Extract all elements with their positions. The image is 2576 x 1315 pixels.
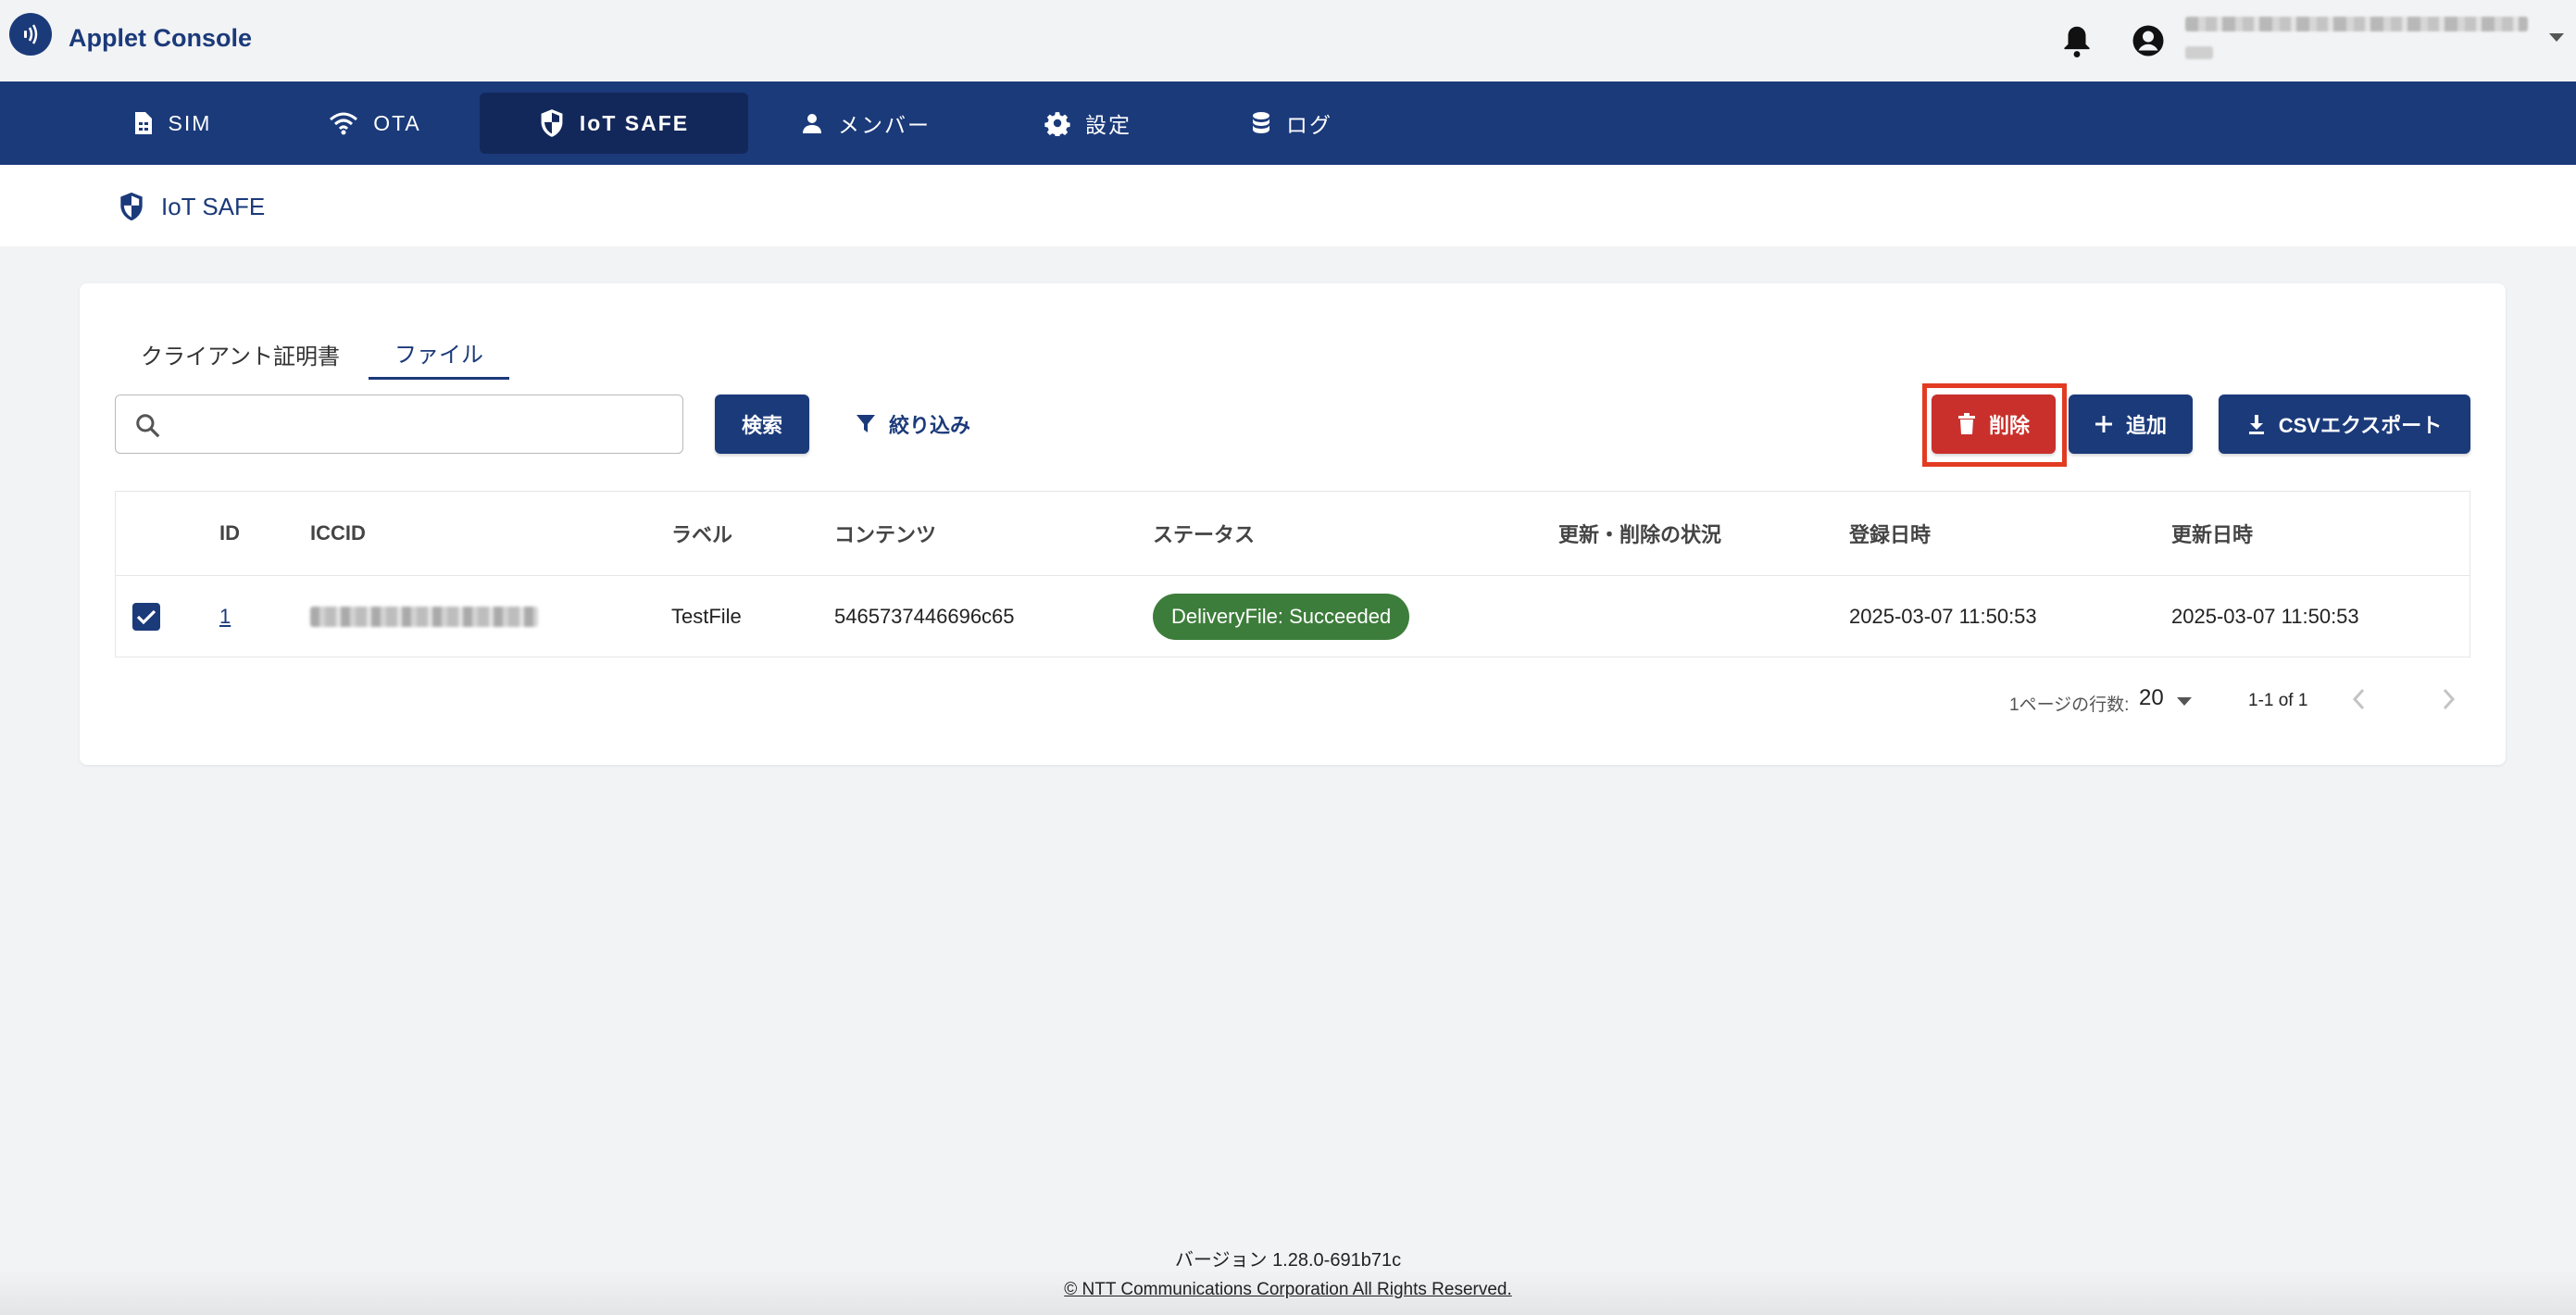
header-iccid[interactable]: ICCID: [310, 492, 366, 575]
table-header: ID ICCID ラベル コンテンツ ステータス 更新・削除の状況 登録日時 更…: [116, 492, 2470, 576]
header-id[interactable]: ID: [219, 492, 240, 575]
nav-item-logs[interactable]: ログ: [1157, 93, 1426, 154]
gear-icon: [1044, 112, 1070, 136]
table-row[interactable]: 1 TestFile 5465737446696c65 DeliveryFile…: [116, 575, 2470, 658]
copyright-link[interactable]: © NTT Communications Corporation All Rig…: [0, 1280, 2576, 1300]
caret-down-icon[interactable]: [2176, 693, 2193, 713]
chevron-left-icon[interactable]: [2350, 687, 2369, 717]
nav-item-iot-safe[interactable]: IoT SAFE: [480, 93, 748, 154]
nav-label-iot-safe: IoT SAFE: [579, 110, 690, 135]
download-icon: [2248, 415, 2264, 434]
csv-export-button[interactable]: CSVエクスポート: [2219, 394, 2470, 454]
filter-icon: [856, 415, 875, 432]
shield-icon: [541, 109, 563, 137]
row-iccid-cell: [310, 575, 538, 658]
status-badge: DeliveryFile: Succeeded: [1153, 594, 1410, 640]
header-content[interactable]: コンテンツ: [834, 492, 936, 575]
page-header: IoT SAFE: [0, 165, 2576, 246]
plus-icon: [2095, 416, 2112, 432]
row-created-at: 2025-03-07 11:50:53: [1849, 605, 2037, 628]
file-table: ID ICCID ラベル コンテンツ ステータス 更新・削除の状況 登録日時 更…: [115, 491, 2470, 658]
row-checkbox[interactable]: [132, 603, 160, 631]
row-id-cell: 1: [219, 575, 231, 658]
csv-export-button-label: CSVエクスポート: [2278, 414, 2443, 437]
row-content: 5465737446696c65: [834, 605, 1015, 628]
database-icon: [1253, 112, 1269, 133]
content-card: クライアント証明書 ファイル 検索 絞り込み 削除 追加 CSVエクスポート I…: [80, 283, 2506, 765]
row-label: TestFile: [671, 605, 742, 628]
nav-label-logs: ログ: [1286, 113, 1332, 137]
app-bar: Applet Console: [0, 0, 2576, 81]
delete-button-label: 削除: [1988, 414, 2030, 437]
page-range: 1-1 of 1: [2248, 691, 2308, 710]
bell-icon[interactable]: [2061, 24, 2093, 64]
page-title: IoT SAFE: [161, 193, 266, 220]
row-status-cell: DeliveryFile: Succeeded: [1153, 575, 1410, 658]
row-updated-at: 2025-03-07 11:50:53: [2171, 605, 2359, 628]
pagination: 1ページの行数: 20 1-1 of 1: [80, 682, 2506, 719]
tab-file[interactable]: ファイル: [369, 328, 509, 380]
search-button[interactable]: 検索: [715, 394, 809, 454]
delete-button[interactable]: 削除: [1932, 394, 2056, 454]
add-button-label: 追加: [2125, 414, 2167, 437]
account-circle-icon[interactable]: [2132, 24, 2165, 62]
nfc-logo-icon[interactable]: [9, 13, 52, 56]
filter-button[interactable]: 絞り込み: [839, 394, 987, 454]
header-update-delete-state[interactable]: 更新・削除の状況: [1558, 492, 1721, 575]
add-button[interactable]: 追加: [2069, 394, 2193, 454]
search-icon: [134, 412, 162, 445]
nav-label-members: メンバー: [838, 113, 931, 137]
filter-button-label: 絞り込み: [888, 414, 970, 437]
user-email[interactable]: [2185, 17, 2528, 31]
search-input[interactable]: [175, 405, 669, 445]
caret-down-icon[interactable]: [2548, 31, 2565, 48]
header-created-at[interactable]: 登録日時: [1849, 492, 1931, 575]
checkmark-icon: [136, 609, 156, 625]
sim-card-icon: [134, 112, 152, 134]
header-updated-at[interactable]: 更新日時: [2171, 492, 2253, 575]
nav-label-settings: 設定: [1085, 113, 1132, 137]
person-icon: [803, 114, 821, 133]
shield-icon: [119, 191, 144, 227]
wifi-icon: [330, 112, 358, 135]
chevron-right-icon[interactable]: [2439, 687, 2457, 717]
app-title[interactable]: Applet Console: [69, 24, 252, 53]
main-nav: SIM OTA IoT SAFE メンバー 設定 ログ: [0, 81, 2576, 165]
search-field[interactable]: [115, 394, 683, 454]
rows-per-page-select[interactable]: 20: [2139, 685, 2164, 711]
row-id-link[interactable]: 1: [219, 605, 231, 629]
row-checkbox-cell: [132, 575, 160, 658]
header-status[interactable]: ステータス: [1153, 492, 1255, 575]
rows-per-page-label: 1ページの行数:: [2009, 695, 2130, 715]
search-button-label: 検索: [741, 414, 782, 437]
row-iccid-redacted: [310, 607, 538, 627]
user-email-line2: [2185, 46, 2213, 59]
tab-client-certificate[interactable]: クライアント証明書: [115, 328, 366, 380]
version-label: バージョン 1.28.0-691b71c: [1174, 1250, 1402, 1271]
nav-label-ota: OTA: [373, 110, 421, 135]
nav-label-sim: SIM: [168, 110, 212, 135]
trash-icon: [1957, 413, 1975, 434]
header-label[interactable]: ラベル: [671, 492, 732, 575]
nav-item-ota[interactable]: OTA: [241, 93, 509, 154]
